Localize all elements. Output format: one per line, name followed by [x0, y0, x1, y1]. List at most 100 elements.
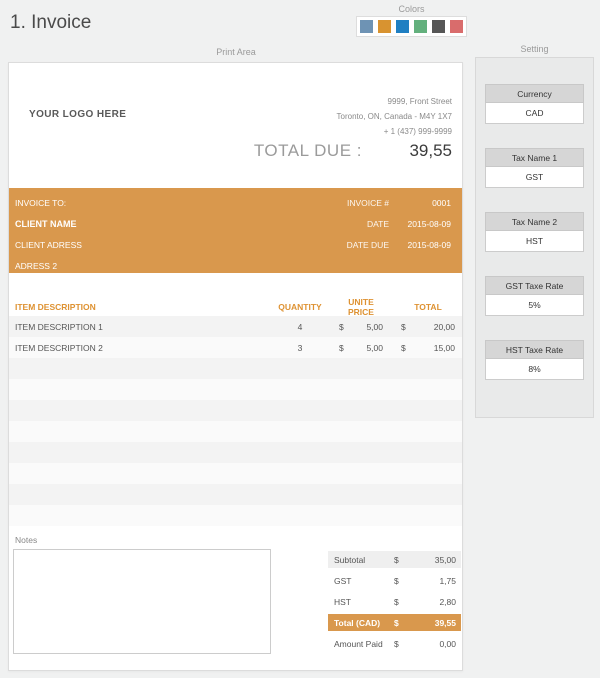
totals-value: 35,00	[408, 555, 456, 565]
item-unit-price[interactable]: $5,00	[339, 343, 383, 353]
setting-field-tax-name-1: Tax Name 1GST	[485, 148, 584, 188]
currency-symbol: $	[401, 322, 406, 332]
header-item-description: ITEM DESCRIPTION	[15, 302, 270, 312]
total-due-label: TOTAL DUE :	[254, 141, 362, 161]
invoice-template-editor: { "page": { "title": "1. Invoice" }, "co…	[0, 0, 600, 678]
client-name[interactable]: CLIENT NAME	[15, 214, 82, 235]
header-total: TOTAL	[401, 302, 455, 312]
totals-value: 0,00	[408, 639, 456, 649]
totals-row-hst: HST$2,80	[328, 593, 461, 610]
company-address-line: Toronto, ON, Canada - M4Y 1X7	[337, 109, 452, 124]
empty-item-row[interactable]	[9, 463, 462, 484]
currency-symbol: $	[394, 618, 408, 628]
steel-blue-swatch[interactable]	[360, 20, 373, 33]
meta-label: DATE	[299, 214, 389, 235]
setting-field-value[interactable]: GST	[485, 167, 584, 188]
currency-symbol: $	[339, 322, 344, 332]
items-table-header: ITEM DESCRIPTION QUANTITY UNITE PRICE TO…	[9, 297, 462, 316]
meta-label: INVOICE #	[299, 193, 389, 214]
bill-to-block: INVOICE TO: CLIENT NAME CLIENT ADRESS AD…	[15, 193, 82, 277]
header-quantity: QUANTITY	[270, 302, 330, 312]
item-row: ITEM DESCRIPTION 23$5,00$15,00	[9, 337, 462, 358]
empty-item-row[interactable]	[9, 442, 462, 463]
item-description[interactable]: ITEM DESCRIPTION 1	[15, 322, 270, 332]
total-value: 20,00	[434, 322, 455, 332]
setting-field-value[interactable]: HST	[485, 231, 584, 252]
blue-swatch[interactable]	[396, 20, 409, 33]
item-quantity[interactable]: 3	[270, 343, 330, 353]
empty-item-row[interactable]	[9, 358, 462, 379]
setting-field-header: Currency	[485, 84, 584, 103]
item-quantity[interactable]: 4	[270, 322, 330, 332]
meta-value[interactable]: 2015-08-09	[389, 214, 451, 235]
currency-symbol: $	[394, 555, 408, 565]
company-address: 9999, Front StreetToronto, ON, Canada - …	[337, 94, 452, 139]
setting-field-tax-name-2: Tax Name 2HST	[485, 212, 584, 252]
empty-item-row[interactable]	[9, 400, 462, 421]
currency-symbol: $	[394, 639, 408, 649]
currency-symbol: $	[394, 576, 408, 586]
invoice-to-label: INVOICE TO:	[15, 193, 82, 214]
logo-placeholder[interactable]: YOUR LOGO HERE	[29, 109, 126, 120]
setting-field-gst-taxe-rate: GST Taxe Rate5%	[485, 276, 584, 316]
totals-table: Subtotal$35,00GST$1,75HST$2,80Total (CAD…	[328, 551, 461, 656]
currency-symbol: $	[339, 343, 344, 353]
settings-panel: CurrencyCAD Tax Name 1GST Tax Name 2HST GST…	[475, 57, 594, 418]
setting-field-header: Tax Name 1	[485, 148, 584, 167]
setting-field-value[interactable]: CAD	[485, 103, 584, 124]
totals-label: Amount Paid	[334, 639, 394, 649]
meta-row-date-due: DATE DUE2015-08-09	[299, 235, 462, 256]
client-address-2[interactable]: ADRESS 2	[15, 256, 82, 277]
currency-symbol: $	[394, 597, 408, 607]
invoice-sheet: YOUR LOGO HERE 9999, Front StreetToronto…	[8, 62, 463, 671]
setting-field-value[interactable]: 5%	[485, 295, 584, 316]
setting-field-value[interactable]: 8%	[485, 359, 584, 380]
page-title: 1. Invoice	[10, 12, 91, 34]
total-due-value: 39,55	[409, 141, 452, 161]
ochre-swatch[interactable]	[378, 20, 391, 33]
items-table-body: ITEM DESCRIPTION 14$5,00$20,00ITEM DESCR…	[9, 316, 462, 526]
totals-label: Total (CAD)	[334, 618, 394, 628]
meta-value[interactable]: 2015-08-09	[389, 235, 451, 256]
total-due-row: TOTAL DUE : 39,55	[9, 141, 462, 163]
print-area-label: Print Area	[8, 47, 464, 57]
meta-value[interactable]: 0001	[389, 193, 451, 214]
company-address-line: + 1 (437) 999-9999	[337, 124, 452, 139]
meta-label: DATE DUE	[299, 235, 389, 256]
totals-label: HST	[334, 597, 394, 607]
totals-row-amount-paid: Amount Paid$0,00	[328, 635, 461, 652]
empty-item-row[interactable]	[9, 421, 462, 442]
empty-item-row[interactable]	[9, 505, 462, 526]
client-info-band: INVOICE TO: CLIENT NAME CLIENT ADRESS AD…	[9, 188, 462, 273]
item-row: ITEM DESCRIPTION 14$5,00$20,00	[9, 316, 462, 337]
meta-row-date: DATE2015-08-09	[299, 214, 462, 235]
empty-item-row[interactable]	[9, 484, 462, 505]
red-swatch[interactable]	[450, 20, 463, 33]
invoice-meta-block: INVOICE #0001DATE2015-08-09DATE DUE2015-…	[299, 193, 462, 256]
totals-value: 39,55	[408, 618, 456, 628]
totals-value: 1,75	[408, 576, 456, 586]
item-total: $15,00	[401, 343, 455, 353]
colors-widget: Colors	[356, 4, 467, 37]
totals-label: Subtotal	[334, 555, 394, 565]
totals-label: GST	[334, 576, 394, 586]
empty-item-row[interactable]	[9, 379, 462, 400]
total-value: 15,00	[434, 343, 455, 353]
client-address-1[interactable]: CLIENT ADRESS	[15, 235, 82, 256]
item-total: $20,00	[401, 322, 455, 332]
colors-label: Colors	[356, 4, 467, 14]
header-unit-price: UNITE PRICE	[339, 297, 383, 317]
item-unit-price[interactable]: $5,00	[339, 322, 383, 332]
item-description[interactable]: ITEM DESCRIPTION 2	[15, 343, 270, 353]
setting-panel-label: Setting	[475, 44, 594, 54]
setting-field-header: Tax Name 2	[485, 212, 584, 231]
notes-input[interactable]	[13, 549, 271, 654]
unit-price-value: 5,00	[366, 343, 383, 353]
green-swatch[interactable]	[414, 20, 427, 33]
setting-field-hst-taxe-rate: HST Taxe Rate8%	[485, 340, 584, 380]
unit-price-value: 5,00	[366, 322, 383, 332]
setting-field-header: HST Taxe Rate	[485, 340, 584, 359]
dark-gray-swatch[interactable]	[432, 20, 445, 33]
setting-field-header: GST Taxe Rate	[485, 276, 584, 295]
totals-row-total-cad: Total (CAD)$39,55	[328, 614, 461, 631]
